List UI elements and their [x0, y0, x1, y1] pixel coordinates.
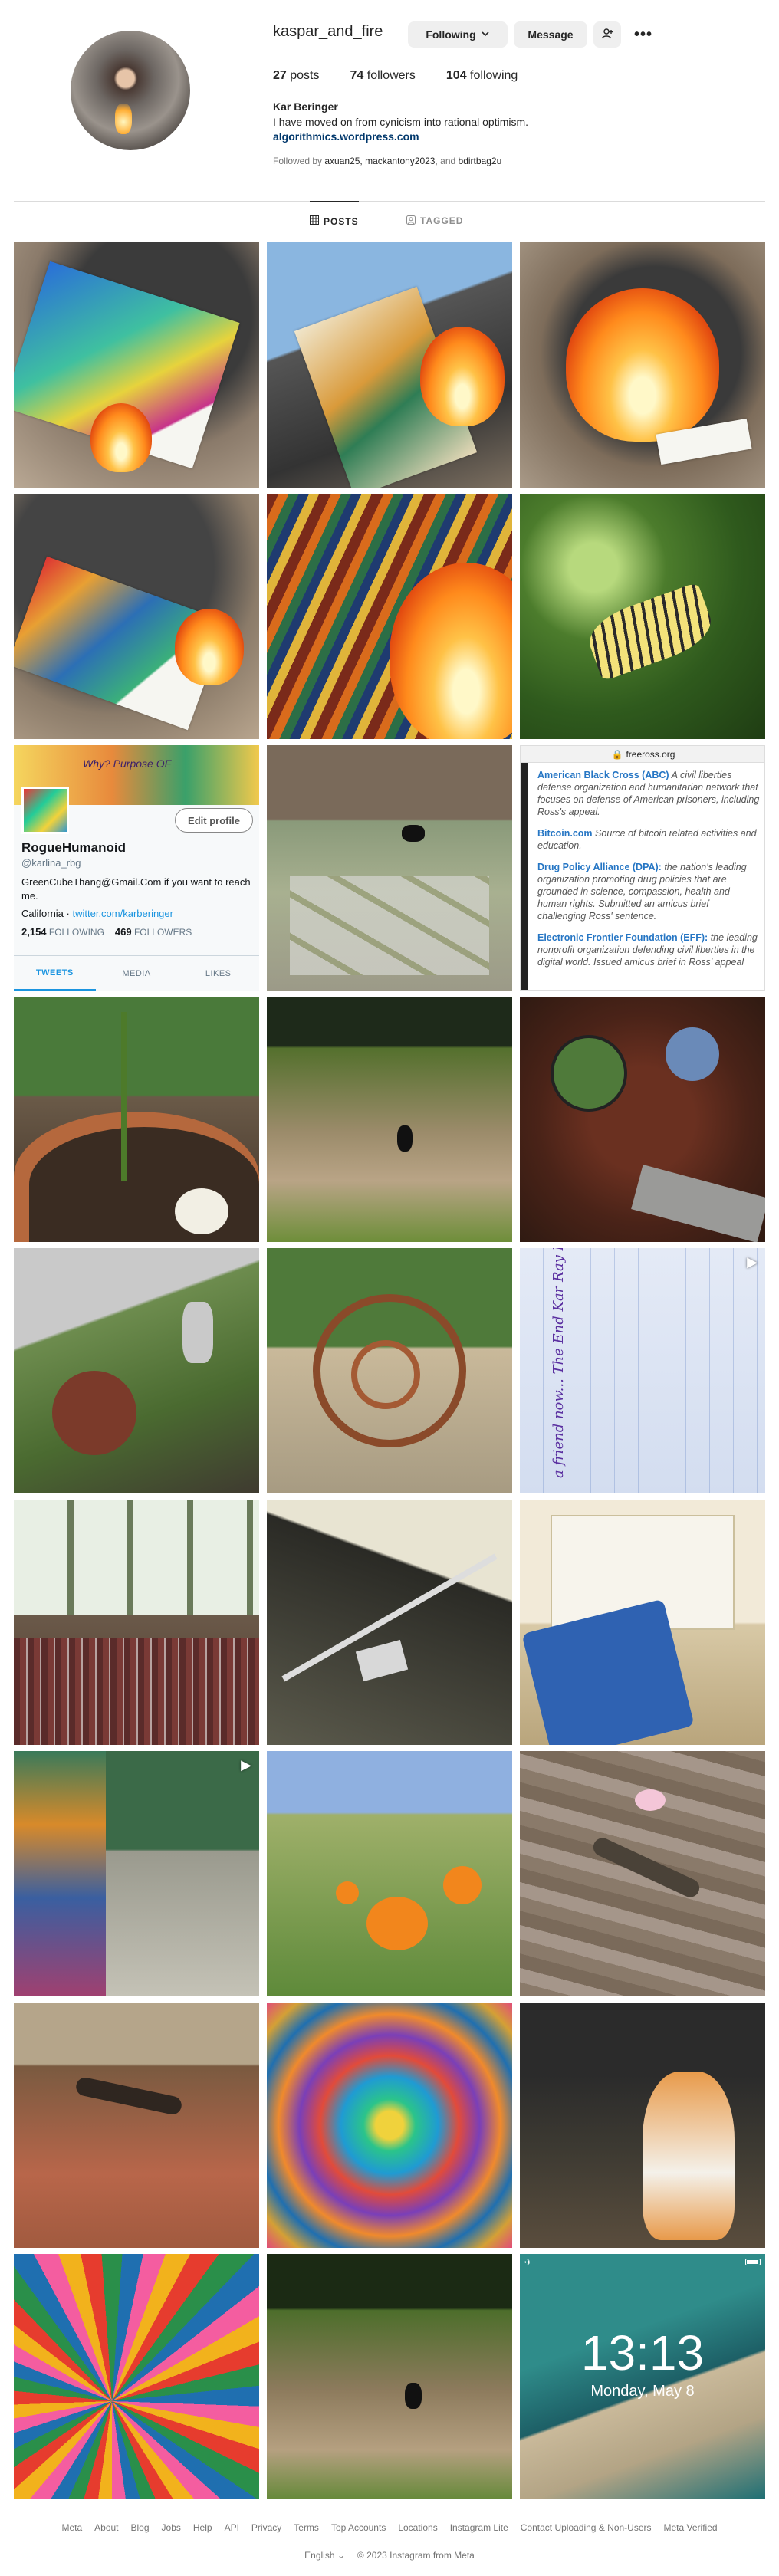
footer-link[interactable]: API: [225, 2522, 239, 2533]
tab-tagged[interactable]: TAGGED: [406, 201, 463, 241]
airplane-icon: ✈: [524, 2257, 533, 2268]
twitter-profile-screenshot[interactable]: Why? Purpose OF Edit profile RogueHumano…: [14, 745, 259, 991]
twitter-handle: @karlina_rbg: [21, 857, 81, 869]
post-tile[interactable]: [14, 2254, 259, 2499]
footer-link[interactable]: Terms: [294, 2522, 319, 2533]
footer-link[interactable]: Blog: [131, 2522, 150, 2533]
lock-icon: 🔒: [611, 748, 623, 760]
profile-stats: 27 posts 74 followers 104 following: [273, 69, 518, 83]
twitter-edit-profile-button: Edit profile: [175, 808, 253, 833]
tab-posts[interactable]: POSTS: [310, 201, 359, 241]
profile-website-link[interactable]: algorithmics.wordpress.com: [273, 130, 419, 143]
twitter-counts: 2,154 FOLLOWING 469 FOLLOWERS: [21, 926, 192, 938]
suggest-user-icon: [601, 28, 613, 42]
handwritten-note[interactable]: a friend now... The End Kar Ray Beringer…: [520, 1248, 765, 1493]
suggest-user-button[interactable]: [593, 21, 621, 48]
footer-link[interactable]: Instagram Lite: [450, 2522, 508, 2533]
post-tile[interactable]: [267, 997, 512, 1242]
twitter-tab-tweets: TWEETS: [14, 956, 96, 991]
profile-bio: I have moved on from cynicism into ratio…: [273, 116, 529, 128]
footer-copyright: © 2023 Instagram from Meta: [357, 2550, 475, 2561]
freeross-body: American Black Cross (ABC) A civil liber…: [537, 770, 760, 968]
twitter-bio: GreenCubeThang@Gmail.Com if you want to …: [21, 876, 251, 902]
posts-grid: Why? Purpose OF Edit profile RogueHumano…: [14, 242, 765, 2499]
post-tile[interactable]: [267, 2003, 512, 2248]
following-stat[interactable]: 104 following: [446, 69, 518, 83]
post-tile[interactable]: [14, 242, 259, 488]
footer-link[interactable]: Jobs: [162, 2522, 181, 2533]
twitter-banner-text: Why? Purpose OF: [83, 757, 172, 770]
twitter-tabs: TWEETS MEDIA LIKES: [14, 955, 259, 991]
footer-link[interactable]: Meta: [61, 2522, 82, 2533]
twitter-tab-media: MEDIA: [122, 968, 151, 978]
post-tile[interactable]: [520, 2003, 765, 2248]
tabs-divider: [14, 201, 765, 202]
note-text: a friend now... The End Kar Ray Beringer…: [551, 1248, 567, 1478]
language-select[interactable]: English ⌄: [304, 2550, 345, 2561]
post-tile[interactable]: [14, 2003, 259, 2248]
posts-stat: 27 posts: [273, 69, 320, 82]
chevron-down-icon: [481, 28, 490, 41]
post-tile[interactable]: [267, 745, 512, 991]
tagged-icon: [406, 215, 416, 227]
post-tile[interactable]: [14, 1248, 259, 1493]
twitter-location: California · twitter.com/karberinger: [21, 908, 173, 919]
post-tile[interactable]: [520, 242, 765, 488]
twitter-tab-likes: LIKES: [205, 968, 232, 978]
footer-link[interactable]: Help: [193, 2522, 212, 2533]
profile-full-name: Kar Beringer: [273, 100, 338, 113]
message-button[interactable]: Message: [514, 21, 587, 48]
post-tile[interactable]: [267, 1500, 512, 1745]
following-button-label: Following: [426, 28, 476, 41]
post-tile[interactable]: [267, 494, 512, 739]
freeross-sidebar: [521, 763, 528, 990]
post-tile[interactable]: [520, 1751, 765, 1996]
twitter-avatar: [21, 787, 69, 834]
lock-screen-screenshot[interactable]: ✈ 13:13 Monday, May 8: [520, 2254, 765, 2499]
chevron-down-icon: ⌄: [337, 2550, 345, 2561]
footer-link[interactable]: Locations: [398, 2522, 437, 2533]
footer-link[interactable]: About: [94, 2522, 118, 2533]
more-options-icon[interactable]: •••: [630, 23, 656, 46]
post-tile[interactable]: [267, 242, 512, 488]
post-tile[interactable]: [267, 1751, 512, 1996]
profile-username: kaspar_and_fire: [273, 23, 383, 40]
post-tile[interactable]: [14, 997, 259, 1242]
freeross-url-bar: 🔒 freeross.org: [521, 746, 764, 763]
message-button-label: Message: [528, 28, 574, 41]
post-tile[interactable]: [14, 494, 259, 739]
footer-links: Meta About Blog Jobs Help API Privacy Te…: [0, 2522, 779, 2533]
post-tile[interactable]: [267, 1248, 512, 1493]
footer-link[interactable]: Contact Uploading & Non-Users: [521, 2522, 652, 2533]
footer-bottom: English ⌄ © 2023 Instagram from Meta: [0, 2550, 779, 2561]
followers-stat[interactable]: 74 followers: [350, 69, 416, 83]
lock-screen-date: Monday, May 8: [590, 2383, 695, 2400]
freeross-screenshot[interactable]: 🔒 freeross.org American Black Cross (ABC)…: [520, 745, 765, 991]
footer-link[interactable]: Top Accounts: [331, 2522, 386, 2533]
posts-grid-icon: [310, 215, 319, 227]
post-tile[interactable]: [520, 997, 765, 1242]
battery-icon: [745, 2259, 761, 2266]
profile-header: kaspar_and_fire Following Message ••• 27…: [0, 0, 779, 201]
lock-screen-time: 13:13: [580, 2325, 705, 2380]
followed-by[interactable]: Followed by axuan25, mackantony2023, and…: [273, 156, 501, 166]
post-tile[interactable]: [520, 494, 765, 739]
twitter-name: RogueHumanoid: [21, 840, 126, 855]
footer-link[interactable]: Meta Verified: [664, 2522, 718, 2533]
profile-avatar[interactable]: [71, 31, 190, 150]
post-tile[interactable]: ▶: [14, 1751, 259, 1996]
reel-icon: ▶: [747, 1254, 758, 1270]
reel-icon: ▶: [241, 1757, 251, 1773]
following-button[interactable]: Following: [408, 21, 508, 48]
post-tile[interactable]: [520, 1500, 765, 1745]
footer-link[interactable]: Privacy: [251, 2522, 281, 2533]
post-tile[interactable]: [267, 2254, 512, 2499]
post-tile[interactable]: [14, 1500, 259, 1745]
